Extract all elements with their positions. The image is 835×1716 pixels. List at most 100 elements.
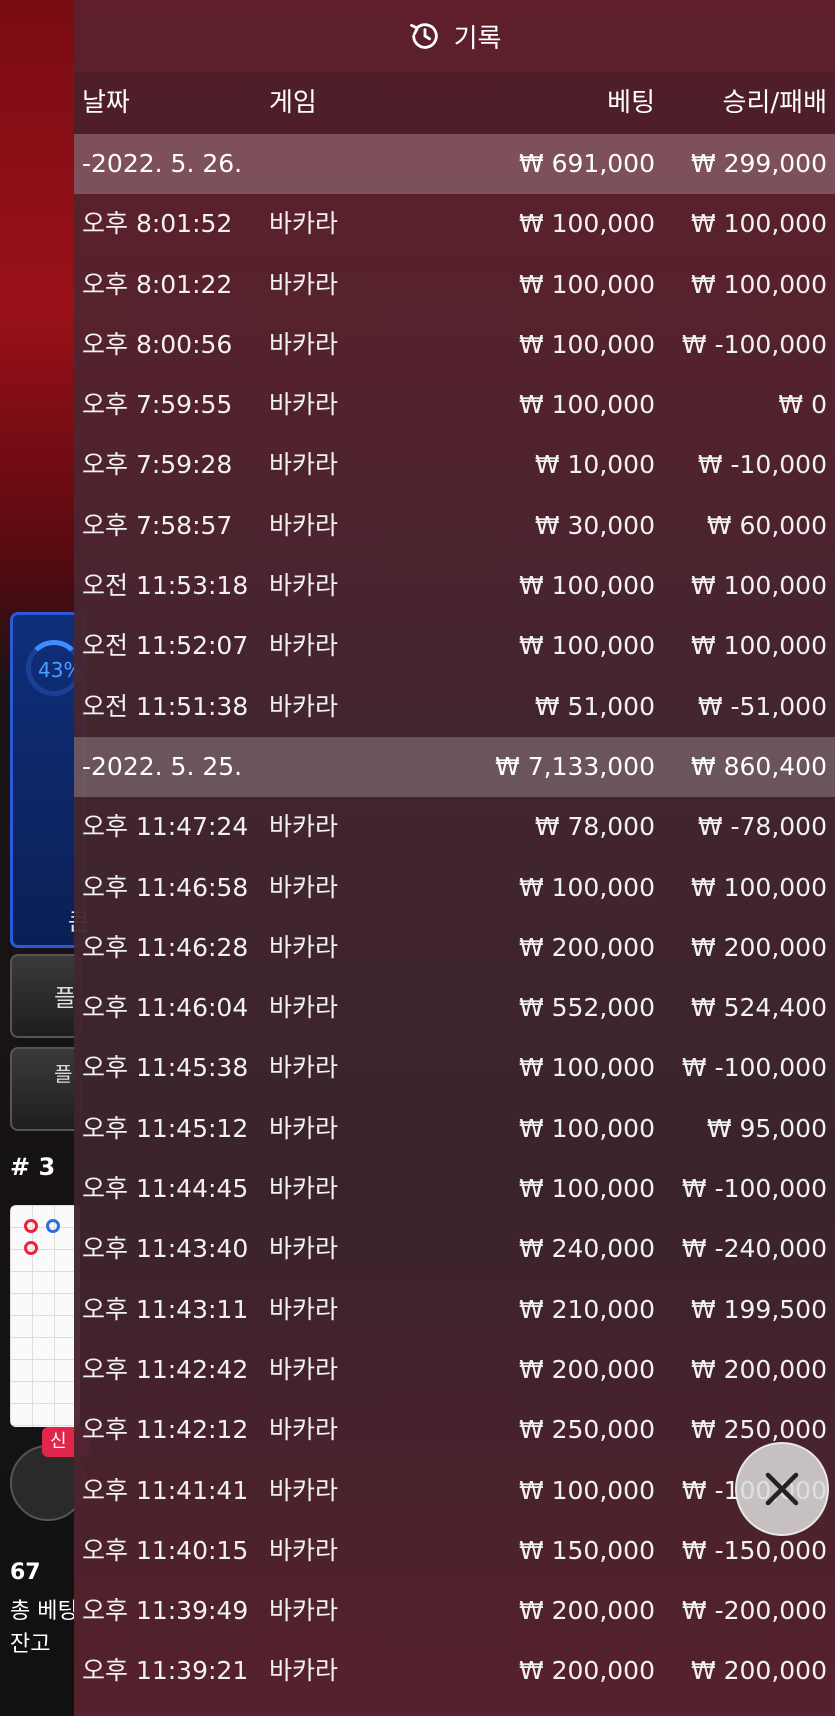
row-game: 바카라 <box>269 1294 339 1324</box>
row-game: 바카라 <box>269 1113 339 1143</box>
row-date: 오전 11:52:07 <box>82 631 249 661</box>
history-icon <box>409 23 438 49</box>
row-game: 바카라 <box>269 932 339 962</box>
table-row: 오후 11:43:40 바카라 ₩ 240,000 ₩ -240,000 <box>74 1219 835 1279</box>
row-game: 바카라 <box>269 1656 339 1686</box>
row-result: ₩ 200,000 <box>690 1656 827 1686</box>
row-game: 바카라 <box>269 1535 339 1565</box>
table-row: 오후 11:45:38 바카라 ₩ 100,000 ₩ -100,000 <box>74 1038 835 1098</box>
row-date: 오후 11:44:45 <box>82 1174 249 1204</box>
history-list[interactable]: -2022. 5. 26. ₩ 691,000 ₩ 299,000 오후 8:01:5… <box>74 134 835 1702</box>
row-bet: ₩ 100,000 <box>518 571 655 601</box>
row-bet: ₩ 200,000 <box>518 1354 655 1384</box>
row-result: ₩ -100,000 <box>681 1053 827 1083</box>
row-date: 오후 11:46:28 <box>82 932 249 962</box>
row-result: ₩ 199,500 <box>690 1294 827 1324</box>
row-result: ₩ -200,000 <box>681 1596 827 1626</box>
header-date: 날짜 <box>82 88 130 118</box>
balance-label: 잔고 <box>10 1632 51 1657</box>
row-game: 바카라 <box>269 631 339 661</box>
row-game: 바카라 <box>269 209 339 239</box>
roadmap <box>10 1205 80 1427</box>
row-result: ₩ 860,400 <box>690 751 827 781</box>
row-date: 오후 7:59:28 <box>82 450 233 480</box>
row-bet: ₩ 100,000 <box>518 1053 655 1083</box>
table-row: 오전 11:51:38 바카라 ₩ 51,000 ₩ -51,000 <box>74 677 835 737</box>
row-result: ₩ 100,000 <box>690 209 827 239</box>
row-game: 바카라 <box>269 390 339 420</box>
row-date: 오후 8:01:52 <box>82 209 233 239</box>
row-game: 바카라 <box>269 1354 339 1384</box>
row-result: ₩ 60,000 <box>706 510 827 540</box>
table-row: 오전 11:52:07 바카라 ₩ 100,000 ₩ 100,000 <box>74 616 835 676</box>
row-result: ₩ 299,000 <box>690 149 827 178</box>
date-group-row: -2022. 5. 25. ₩ 7,133,000 ₩ 860,400 <box>74 736 835 798</box>
row-bet: ₩ 78,000 <box>534 812 655 842</box>
row-date: 오후 11:43:11 <box>82 1294 249 1324</box>
row-game: 바카라 <box>269 1415 339 1445</box>
row-bet: ₩ 200,000 <box>518 932 655 962</box>
table-row: 오후 11:47:24 바카라 ₩ 78,000 ₩ -78,000 <box>74 797 835 857</box>
row-bet: ₩ 30,000 <box>534 510 655 540</box>
row-game: 바카라 <box>269 872 339 902</box>
row-date: 오후 11:40:15 <box>82 1535 249 1565</box>
players-count: 67 <box>10 1560 41 1585</box>
row-result: ₩ -100,000 <box>681 329 827 359</box>
history-panel: 기록 날짜 게임 베팅 승리/패배 -2022. 5. 26. ₩ 691,000… <box>74 0 835 1716</box>
row-result: ₩ -100,000 <box>681 1174 827 1204</box>
row-bet: ₩ 100,000 <box>518 329 655 359</box>
close-button[interactable] <box>735 1442 829 1536</box>
row-bet: ₩ 691,000 <box>518 149 655 178</box>
header-game: 게임 <box>269 88 317 118</box>
table-row: 오전 11:53:18 바카라 ₩ 100,000 ₩ 100,000 <box>74 556 835 616</box>
row-game: 바카라 <box>269 510 339 540</box>
row-bet: ₩ 552,000 <box>518 993 655 1023</box>
table-row: 오후 7:58:57 바카라 ₩ 30,000 ₩ 60,000 <box>74 496 835 556</box>
row-date: 오후 11:42:12 <box>82 1415 249 1445</box>
row-result: ₩ 100,000 <box>690 269 827 299</box>
row-bet: ₩ 100,000 <box>518 1113 655 1143</box>
header-bet: 베팅 <box>607 88 655 118</box>
row-bet: ₩ 100,000 <box>518 209 655 239</box>
table-row: 오후 11:46:58 바카라 ₩ 100,000 ₩ 100,000 <box>74 858 835 918</box>
row-result: ₩ -240,000 <box>681 1234 827 1264</box>
row-bet: ₩ 150,000 <box>518 1535 655 1565</box>
row-date: 오후 7:58:57 <box>82 510 233 540</box>
row-date: 오후 11:41:41 <box>82 1475 249 1505</box>
row-bet: ₩ 100,000 <box>518 269 655 299</box>
header-result: 승리/패배 <box>722 88 827 118</box>
row-bet: ₩ 100,000 <box>518 872 655 902</box>
player-bet-label: 플 <box>54 984 77 1012</box>
row-game: 바카라 <box>269 1475 339 1505</box>
row-result: ₩ -78,000 <box>697 812 827 842</box>
table-row: 오후 11:46:28 바카라 ₩ 200,000 ₩ 200,000 <box>74 918 835 978</box>
road-dot-red <box>24 1241 38 1255</box>
row-result: ₩ 100,000 <box>690 571 827 601</box>
history-title-bar: 기록 <box>74 0 835 72</box>
row-bet: ₩ 240,000 <box>518 1234 655 1264</box>
row-result: ₩ 95,000 <box>706 1113 827 1143</box>
row-game: 바카라 <box>269 1053 339 1083</box>
row-date: 오후 11:39:21 <box>82 1656 249 1686</box>
table-row: 오후 11:44:45 바카라 ₩ 100,000 ₩ -100,000 <box>74 1159 835 1219</box>
row-game: 바카라 <box>269 812 339 842</box>
table-row: 오후 7:59:28 바카라 ₩ 10,000 ₩ -10,000 <box>74 435 835 495</box>
row-game: 바카라 <box>269 450 339 480</box>
row-date: 오후 11:45:12 <box>82 1113 249 1143</box>
row-bet: ₩ 250,000 <box>518 1415 655 1445</box>
row-game: 바카라 <box>269 269 339 299</box>
row-bet: ₩ 7,133,000 <box>495 751 655 781</box>
table-row: 오후 11:42:12 바카라 ₩ 250,000 ₩ 250,000 <box>74 1400 835 1460</box>
date-group-row: -2022. 5. 26. ₩ 691,000 ₩ 299,000 <box>74 134 835 195</box>
row-date: 오후 8:00:56 <box>82 329 233 359</box>
close-icon <box>765 1472 799 1506</box>
row-game: 바카라 <box>269 329 339 359</box>
row-date: 오후 11:43:40 <box>82 1234 249 1264</box>
row-date: 오후 11:42:42 <box>82 1354 249 1384</box>
row-result: ₩ 200,000 <box>690 1354 827 1384</box>
row-date: -2022. 5. 25. <box>82 751 243 781</box>
row-date: 오후 11:46:58 <box>82 872 249 902</box>
row-bet: ₩ 100,000 <box>518 631 655 661</box>
row-date: 오전 11:53:18 <box>82 571 249 601</box>
road-dot-blue <box>46 1219 60 1233</box>
